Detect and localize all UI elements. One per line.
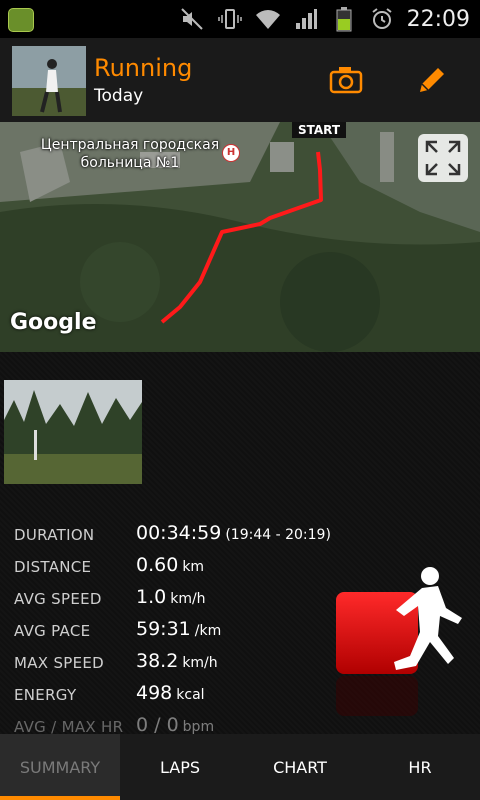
action-bar: Running Today — [0, 38, 480, 122]
stat-label: DURATION — [14, 526, 95, 544]
stat-label: AVG SPEED — [14, 590, 102, 608]
stat-value: 1.0 km/h — [136, 586, 206, 608]
activity-photo[interactable] — [4, 380, 142, 484]
stat-label: DISTANCE — [14, 558, 92, 576]
stat-energy: ENERGY 498 kcal — [14, 680, 354, 712]
activity-date: Today — [94, 86, 144, 106]
stat-duration: DURATION 00:34:59 (19:44 - 20:19) — [14, 520, 354, 552]
stat-distance: DISTANCE 0.60 km — [14, 552, 354, 584]
status-bar: 22:09 — [0, 0, 480, 38]
stat-label: MAX SPEED — [14, 654, 105, 672]
avatar[interactable] — [12, 46, 86, 116]
expand-map-button[interactable] — [418, 134, 468, 182]
status-time: 22:09 — [406, 6, 470, 32]
edit-button[interactable] — [412, 60, 452, 100]
stat-value: 498 kcal — [136, 682, 205, 704]
stat-avg-pace: AVG PACE 59:31/km — [14, 616, 354, 648]
bottom-tabs: SUMMARY LAPS CHART HR — [0, 734, 480, 800]
stat-value: 00:34:59 (19:44 - 20:19) — [136, 522, 331, 544]
stats-list: DURATION 00:34:59 (19:44 - 20:19) DISTANC… — [14, 520, 354, 744]
tab-laps[interactable]: LAPS — [120, 734, 240, 800]
sport-running-icon[interactable] — [334, 562, 474, 732]
tab-chart[interactable]: CHART — [240, 734, 360, 800]
mute-icon — [179, 6, 205, 32]
edit-icon — [420, 68, 444, 92]
stat-value: 0 / 0 bpm — [136, 714, 215, 736]
stat-avg-speed: AVG SPEED 1.0 km/h — [14, 584, 354, 616]
activity-title: Running — [94, 54, 193, 82]
alarm-icon — [369, 6, 395, 32]
hospital-marker: H — [222, 144, 240, 162]
wifi-icon — [255, 6, 281, 32]
camera-icon — [329, 67, 363, 94]
stat-value: 59:31/km — [136, 618, 222, 640]
stat-label: ENERGY — [14, 686, 77, 704]
status-icons: 22:09 — [179, 0, 470, 38]
tab-summary[interactable]: SUMMARY — [0, 734, 120, 800]
camera-button[interactable] — [326, 60, 366, 100]
battery-icon — [331, 6, 357, 32]
stat-value: 0.60 km — [136, 554, 205, 576]
route-map[interactable]: H Центральная городская больница №1 STAR… — [0, 122, 480, 352]
stat-label: AVG PACE — [14, 622, 91, 640]
start-marker: START — [292, 122, 347, 138]
tab-hr[interactable]: HR — [360, 734, 480, 800]
signal-icon — [293, 6, 319, 32]
summary-panel: DURATION 00:34:59 (19:44 - 20:19) DISTANC… — [0, 352, 480, 736]
google-logo: Google — [10, 310, 97, 335]
app-icon — [8, 8, 34, 32]
expand-icon — [425, 140, 461, 176]
vibrate-icon — [217, 6, 243, 32]
stat-value: 38.2 km/h — [136, 650, 218, 672]
stat-max-speed: MAX SPEED 38.2 km/h — [14, 648, 354, 680]
map-place-label: Центральная городская больница №1 — [40, 137, 220, 171]
